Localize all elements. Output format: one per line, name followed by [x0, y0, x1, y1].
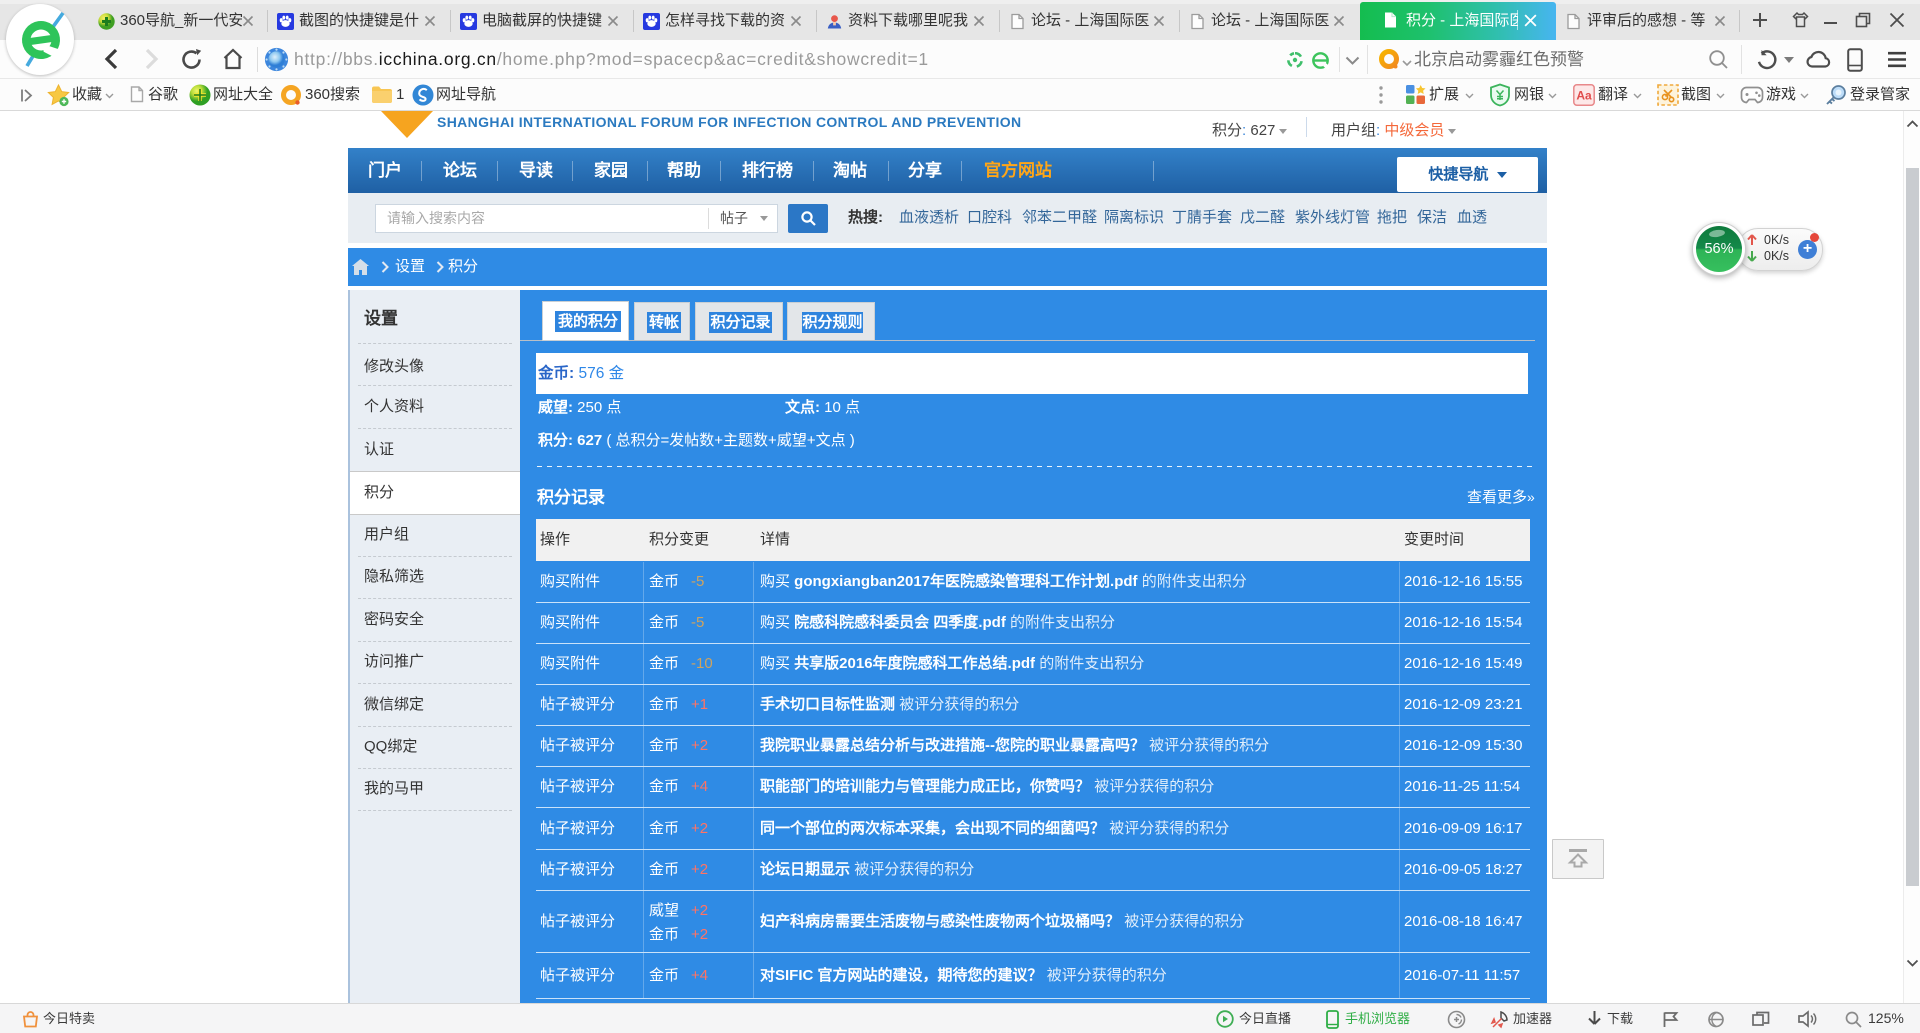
svg-text:Aa: Aa — [1576, 89, 1592, 103]
